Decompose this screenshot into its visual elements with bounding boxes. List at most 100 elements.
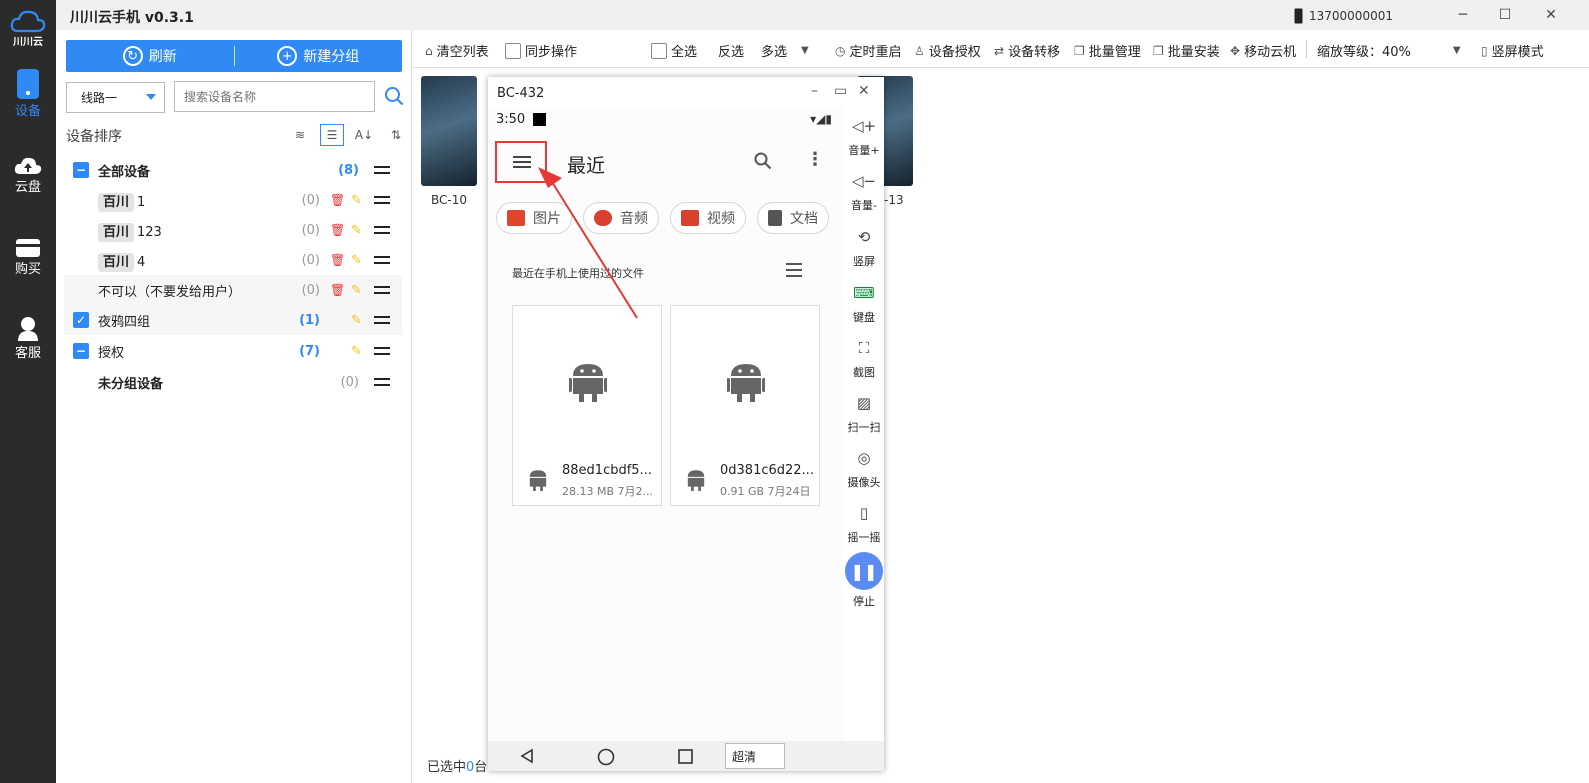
sync-op-checkbox[interactable]: 同步操作 <box>505 41 577 60</box>
chip-documents[interactable]: 文档 <box>757 202 829 234</box>
account-number: 13700000001 <box>1309 9 1393 23</box>
drag-handle-icon[interactable] <box>374 196 390 204</box>
group-count: (0) <box>301 252 320 268</box>
nav-item-buy[interactable]: 购买 <box>0 238 56 277</box>
quality-select[interactable]: 超清 <box>725 743 785 769</box>
group-ungrouped[interactable]: 未分组设备 (0) <box>64 367 402 397</box>
sort-az-icon[interactable]: A↓ <box>352 124 376 146</box>
account-label[interactable]: 13700000001 <box>1294 8 1393 24</box>
batch-install-button[interactable]: ❐ 批量安装 <box>1153 41 1220 61</box>
pencil-icon[interactable]: ✎ <box>351 223 362 238</box>
recents-icon[interactable] <box>678 749 693 764</box>
screenshot-icon: ⛶ <box>858 339 870 357</box>
phone-close-button[interactable]: ✕ <box>858 83 870 99</box>
line-select[interactable]: 线路一 <box>66 82 165 113</box>
nav-item-service[interactable]: 客服 <box>0 316 56 361</box>
new-group-button[interactable]: + 新建分组 <box>235 40 403 72</box>
group-baichuan-123[interactable]: 百川 123 (0) 🗑 ✎ <box>64 215 402 245</box>
search-icon[interactable] <box>384 86 404 106</box>
drag-handle-icon[interactable] <box>374 316 390 324</box>
volume-up-button[interactable]: ◁+ 音量+ <box>844 113 884 158</box>
home-icon[interactable] <box>597 748 615 766</box>
file-card[interactable]: 0d381c6d22... 0.91 GB 7月24日 <box>670 305 820 506</box>
phone-maximize-button[interactable]: ▭ <box>834 83 847 99</box>
shake-button[interactable]: ▯ 摇一摇 <box>844 500 884 545</box>
drag-handle-icon[interactable] <box>374 256 390 264</box>
portrait-button[interactable]: ⟲ 竖屏 <box>844 224 884 269</box>
refresh-button[interactable]: ↻ 刷新 <box>66 40 234 72</box>
device-transfer-button[interactable]: ⇄ 设备转移 <box>994 41 1060 61</box>
portrait-mode-button[interactable]: ▯ 竖屏模式 <box>1481 41 1544 61</box>
group-name: 全部设备 <box>98 164 151 180</box>
camera-button[interactable]: ◎ 摄像头 <box>844 445 884 490</box>
clear-list-button[interactable]: ⌂ 清空列表 <box>425 41 489 61</box>
group-authorized[interactable]: − 授权 (7) ✎ <box>64 336 402 366</box>
nav-item-cloud-disk[interactable]: 云盘 <box>0 156 56 195</box>
screenshot-button[interactable]: ⛶ 截图 <box>844 335 884 380</box>
volume-down-button[interactable]: ◁− 音量- <box>844 168 884 213</box>
nav-item-devices[interactable]: 设备 <box>0 68 56 119</box>
minimize-button[interactable]: ─ <box>1452 4 1474 26</box>
checked-checkbox[interactable]: ✓ <box>73 312 89 328</box>
hamburger-menu-button[interactable] <box>495 141 547 183</box>
group-baichuan-1[interactable]: 百川 1 (0) 🗑 ✎ <box>64 185 402 215</box>
drag-handle-icon[interactable] <box>374 347 390 355</box>
group-not-allowed[interactable]: 不可以（不要发给用户） (0) 🗑 ✎ <box>64 275 402 305</box>
maximize-button[interactable]: ☐ <box>1494 4 1516 26</box>
file-card[interactable]: 88ed1cbdf5... 28.13 MB 7月2... <box>512 305 662 506</box>
partial-checkbox[interactable]: − <box>73 162 89 178</box>
multi-select-dropdown[interactable]: 多选 ▼ <box>761 41 809 60</box>
device-search-input[interactable] <box>174 81 375 112</box>
group-yeya-4[interactable]: ✓ 夜鸦四组 (1) ✎ <box>64 305 402 335</box>
trash-icon[interactable]: 🗑 <box>330 283 345 297</box>
search-icon[interactable] <box>754 152 772 170</box>
trash-icon[interactable]: 🗑 <box>330 223 345 237</box>
group-count: (0) <box>301 282 320 298</box>
chip-images[interactable]: 图片 <box>496 202 572 234</box>
trash-icon[interactable]: 🗑 <box>330 253 345 267</box>
pencil-icon[interactable]: ✎ <box>351 313 362 328</box>
close-button[interactable]: ✕ <box>1540 4 1562 26</box>
more-options-icon[interactable]: ⋮ <box>806 149 824 170</box>
stop-button[interactable]: ❚❚ 停止 <box>844 552 884 609</box>
select-all-checkbox[interactable]: 全选 <box>651 41 697 60</box>
pencil-icon[interactable]: ✎ <box>351 283 362 298</box>
batch-manage-button[interactable]: ❐ 批量管理 <box>1074 41 1141 61</box>
control-label: 音量+ <box>848 144 880 157</box>
scan-button[interactable]: ▨ 扫一扫 <box>844 390 884 435</box>
chip-video[interactable]: 视频 <box>670 202 746 234</box>
sort-custom-icon[interactable]: ⇅ <box>384 124 408 146</box>
pencil-icon[interactable]: ✎ <box>351 344 362 359</box>
device-auth-button[interactable]: ♙ 设备授权 <box>914 41 981 61</box>
partial-checkbox[interactable]: − <box>73 343 89 359</box>
zoom-level-dropdown[interactable]: 缩放等级：40% ▼ <box>1317 41 1461 60</box>
control-label: 摇一摇 <box>847 531 881 544</box>
layers-icon[interactable]: ≋ <box>288 124 312 146</box>
group-all-devices[interactable]: − 全部设备 (8) <box>64 155 402 185</box>
checkbox-icon <box>505 42 521 59</box>
menu-icon <box>513 156 531 168</box>
device-thumbnail[interactable] <box>421 76 477 186</box>
group-tag: 百川 <box>98 222 135 242</box>
phone-small-icon <box>1294 8 1303 24</box>
move-cloud-button[interactable]: ✥ 移动云机 <box>1230 41 1296 61</box>
pencil-icon[interactable]: ✎ <box>351 193 362 208</box>
invert-select-button[interactable]: 反选 <box>718 41 744 60</box>
keyboard-button[interactable]: ⌨ 键盘 <box>844 280 884 325</box>
drag-handle-icon[interactable] <box>374 378 390 386</box>
drag-handle-icon[interactable] <box>374 226 390 234</box>
back-icon[interactable] <box>519 748 535 764</box>
keyboard-icon: ⌨ <box>853 284 875 302</box>
group-baichuan-4[interactable]: 百川 4 (0) 🗑 ✎ <box>64 245 402 275</box>
card-icon <box>16 239 40 257</box>
phone-minimize-button[interactable]: – <box>811 83 818 99</box>
list-view-icon[interactable] <box>786 263 802 277</box>
scheduled-restart-button[interactable]: ◷ 定时重启 <box>835 41 902 61</box>
chip-audio[interactable]: 音频 <box>583 202 659 234</box>
refresh-label: 刷新 <box>148 49 177 65</box>
pencil-icon[interactable]: ✎ <box>351 253 362 268</box>
drag-handle-icon[interactable] <box>374 286 390 294</box>
drag-handle-icon[interactable] <box>374 166 390 174</box>
trash-icon[interactable]: 🗑 <box>330 193 345 207</box>
sort-list-icon[interactable]: ☰ <box>320 124 344 146</box>
